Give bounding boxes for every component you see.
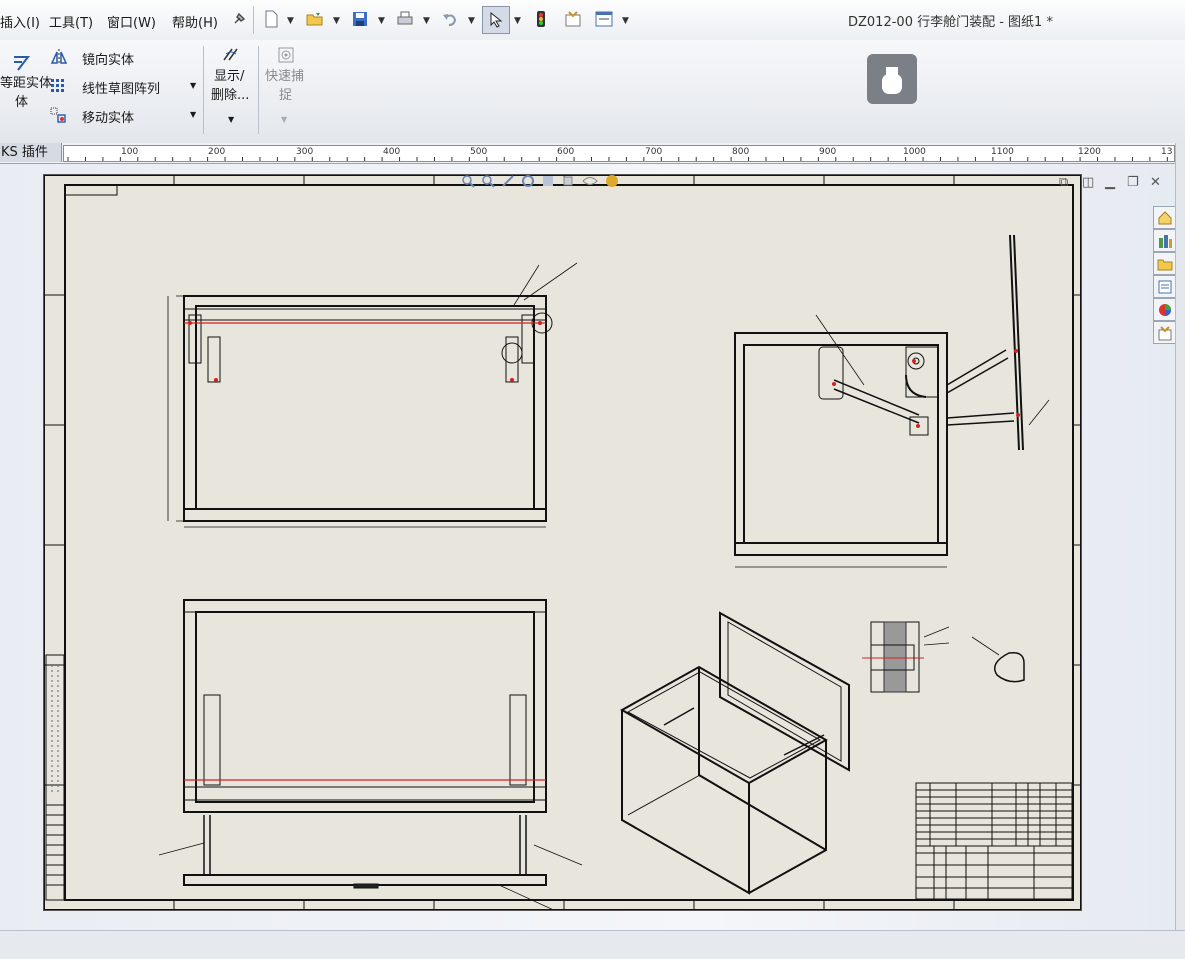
zoom-fit-icon[interactable] — [461, 174, 475, 192]
ruler-label: 13 — [1161, 147, 1173, 157]
ruler-label: 1100 — [991, 147, 1014, 157]
vertical-scrollbar[interactable] — [1175, 143, 1185, 930]
heads-up-toolbar — [461, 175, 667, 191]
view-settings-icon[interactable] — [541, 174, 555, 192]
menu-tools[interactable]: 工具(T) — [49, 12, 93, 31]
design-library-icon[interactable] — [1153, 229, 1176, 252]
view-palette-icon[interactable] — [1153, 275, 1176, 298]
display-style-icon[interactable] — [561, 174, 575, 192]
relations-icon — [222, 46, 240, 66]
show-hide-label: 显示/ — [214, 69, 245, 84]
command-ribbon: 等距实体 体 镜向实体 线性草图阵列 ▼ 移动实体 ▼ 显示/ 删除... ▼ — [0, 40, 1185, 144]
menu-window[interactable]: 窗口(W) — [107, 12, 156, 31]
menu-insert[interactable]: 插入(I) — [0, 12, 40, 31]
drawing-canvas — [44, 175, 1081, 910]
move-entity-label: 移动实体 — [82, 111, 135, 126]
chevron-down-icon[interactable]: ▼ — [281, 115, 287, 124]
save-icon[interactable] — [349, 8, 371, 30]
ruler-label: 200 — [208, 147, 226, 157]
window-title: DZ012-00 行李舱门装配 - 图纸1 * — [848, 15, 1053, 30]
ruler-label: 1000 — [903, 147, 926, 157]
print-icon[interactable] — [394, 8, 416, 30]
show-hide-label-2: 删除... — [211, 88, 250, 103]
undo-icon[interactable] — [439, 8, 461, 30]
close-icon[interactable]: ✕ — [1150, 175, 1161, 190]
open-folder-icon[interactable] — [304, 8, 326, 30]
linear-pattern-label: 线性草图阵列 — [82, 82, 161, 97]
hide-show-icon[interactable] — [581, 174, 599, 192]
offset-entity-label: 等距实体 — [0, 76, 53, 91]
ruler-label: 600 — [557, 147, 575, 157]
chevron-down-icon[interactable]: ▼ — [333, 16, 340, 26]
ruler-label: 800 — [732, 147, 750, 157]
mirror-icon — [50, 48, 68, 70]
chevron-down-icon[interactable]: ▼ — [378, 16, 385, 26]
file-explorer-icon[interactable] — [1153, 252, 1176, 275]
menu-help[interactable]: 帮助(H) — [172, 12, 218, 31]
split-icon[interactable]: ◫ — [1082, 175, 1094, 190]
grid-pattern-icon — [50, 78, 66, 98]
quick-snap-label-2: 捉 — [279, 88, 293, 103]
rebuild-icon[interactable] — [521, 174, 535, 192]
ruler-label: 300 — [296, 147, 314, 157]
move-entity-button[interactable]: 移动实体 ▼ — [50, 104, 200, 126]
horizontal-ruler: 100 200 300 400 500 600 700 800 900 1000… — [63, 145, 1175, 162]
linear-pattern-button[interactable]: 线性草图阵列 ▼ — [50, 75, 200, 97]
chevron-down-icon[interactable]: ▼ — [622, 16, 629, 26]
tile-icon[interactable]: ⧉ — [1059, 175, 1068, 190]
appearances-icon[interactable] — [1153, 298, 1176, 321]
options-icon[interactable] — [562, 8, 584, 30]
mirror-entity-label: 镜向实体 — [82, 53, 135, 68]
new-doc-icon[interactable] — [260, 8, 282, 30]
ruler-label: 500 — [470, 147, 488, 157]
graphics-area[interactable]: ⧉ ◫ ▁ ❐ ✕ — [0, 164, 1175, 930]
chevron-down-icon[interactable]: ▼ — [423, 16, 430, 26]
drawing-sheet[interactable] — [43, 174, 1082, 911]
appearance-icon[interactable] — [605, 174, 619, 192]
restore-icon[interactable]: ❐ — [1127, 175, 1139, 190]
chevron-down-icon[interactable]: ▼ — [190, 81, 196, 90]
window-icon[interactable] — [593, 8, 615, 30]
traffic-light-icon[interactable] — [530, 8, 552, 30]
ruler-bar: KS 插件 100 200 300 400 500 600 700 800 90… — [0, 143, 1185, 164]
select-arrow-icon[interactable] — [482, 6, 510, 34]
status-bar — [0, 930, 1185, 959]
chevron-down-icon[interactable]: ▼ — [468, 16, 475, 26]
chevron-down-icon[interactable]: ▼ — [190, 110, 196, 119]
move-icon — [50, 107, 68, 127]
usb-icon[interactable] — [867, 54, 917, 104]
quick-snap-label: 快速捕 — [265, 69, 305, 84]
zoom-area-icon[interactable] — [481, 174, 495, 192]
mirror-entity-button[interactable]: 镜向实体 — [50, 46, 200, 68]
ruler-label: 700 — [645, 147, 663, 157]
addin-tab[interactable]: KS 插件 — [0, 143, 62, 162]
quick-snap-button[interactable]: 快速捕 捉 ▼ — [262, 44, 312, 132]
ruler-label: 400 — [383, 147, 401, 157]
offset-entity-button[interactable]: 等距实体 体 — [0, 46, 52, 126]
show-hide-relations-button[interactable]: 显示/ 删除... ▼ — [208, 44, 254, 132]
menu-bar: 插入(I) 工具(T) 窗口(W) 帮助(H) ▼ ▼ ▼ ▼ ▼ ▼ ▼ DZ… — [0, 0, 1185, 41]
chevron-down-icon[interactable]: ▼ — [287, 16, 294, 26]
previous-view-icon[interactable] — [501, 174, 515, 192]
minimize-icon[interactable]: ▁ — [1105, 175, 1115, 190]
custom-properties-icon[interactable] — [1153, 321, 1176, 344]
ruler-label: 900 — [819, 147, 837, 157]
chevron-down-icon[interactable]: ▼ — [514, 16, 521, 26]
home-icon[interactable] — [1153, 206, 1176, 229]
pin-icon[interactable] — [228, 8, 250, 30]
ruler-label: 1200 — [1078, 147, 1101, 157]
ruler-label: 100 — [121, 147, 139, 157]
chevron-down-icon[interactable]: ▼ — [228, 115, 234, 124]
